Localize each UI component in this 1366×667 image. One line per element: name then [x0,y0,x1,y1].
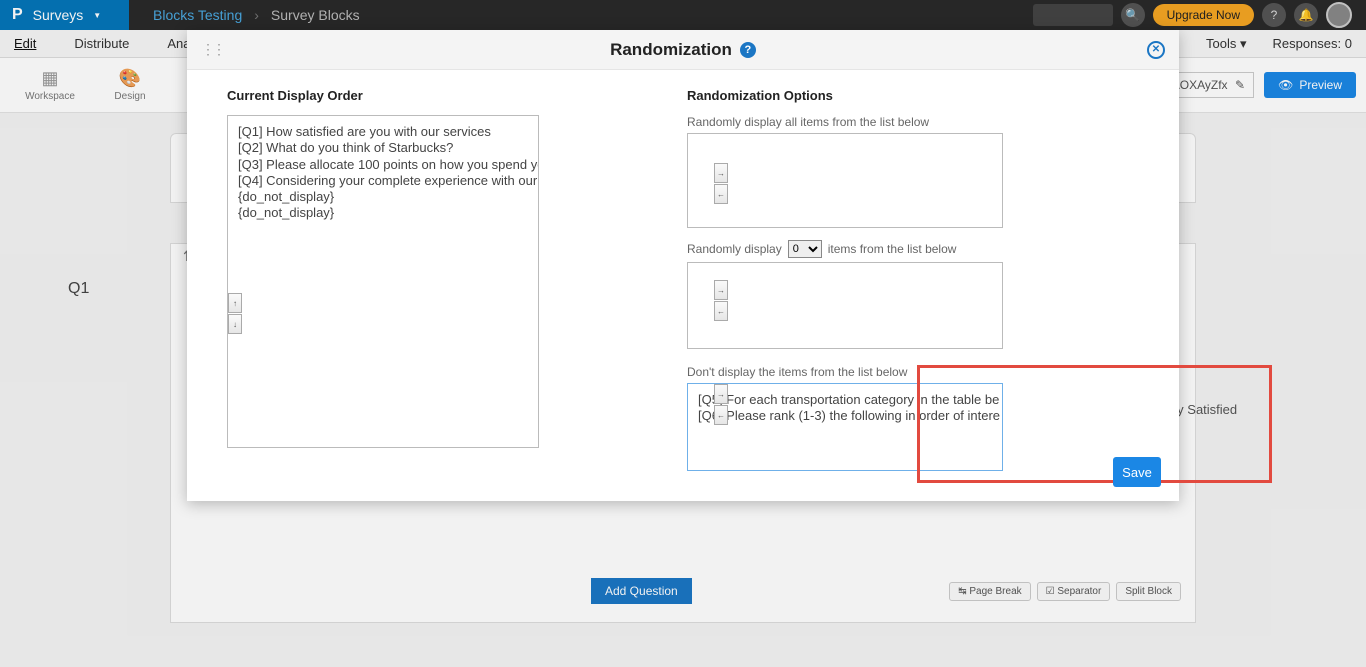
move-left-button[interactable]: ← [714,405,728,425]
save-button[interactable]: Save [1113,457,1161,487]
list-item[interactable]: [Q1] How satisfied are you with our serv… [238,124,528,140]
list-item[interactable]: [Q2] What do you think of Starbucks? [238,140,528,156]
help-circle-icon[interactable]: ? [740,42,756,58]
list-item[interactable]: [Q4] Considering your complete experienc… [238,173,528,189]
move-right-button[interactable]: → [714,163,728,183]
drag-handle-icon[interactable]: ⋮⋮ [201,41,223,58]
display-order-header: Current Display Order [227,88,557,103]
randomize-n-pre: Randomly display [687,242,782,256]
list-item[interactable]: {do_not_display} [238,189,528,205]
list-item[interactable]: [Q3] Please allocate 100 points on how y… [238,157,528,173]
move-left-button[interactable]: ← [714,184,728,204]
move-down-button[interactable]: ↓ [228,314,242,334]
move-up-button[interactable]: ↑ [228,293,242,313]
move-right-button[interactable]: → [714,384,728,404]
dont-display-label: Don't display the items from the list be… [687,365,1139,379]
randomize-all-list[interactable] [687,133,1003,228]
list-item[interactable]: {do_not_display} [238,205,528,221]
randomize-n-select[interactable]: 0 [788,240,822,258]
randomize-all-label: Randomly display all items from the list… [687,115,1139,129]
list-item[interactable]: [Q5] For each transportation category in… [698,392,992,408]
randomization-modal: ⋮⋮ Randomization ? ✕ Current Display Ord… [187,30,1179,501]
randomize-n-post: items from the list below [828,242,957,256]
close-icon[interactable]: ✕ [1147,41,1165,59]
randomize-n-list[interactable] [687,262,1003,349]
move-left-button[interactable]: ← [714,301,728,321]
display-order-list[interactable]: [Q1] How satisfied are you with our serv… [227,115,539,448]
options-header: Randomization Options [687,88,1139,103]
dont-display-list[interactable]: [Q5] For each transportation category in… [687,383,1003,471]
move-right-button[interactable]: → [714,280,728,300]
list-item[interactable]: [Q6] Please rank (1-3) the following in … [698,408,992,424]
modal-header: ⋮⋮ Randomization ? ✕ [187,30,1179,70]
modal-title: Randomization [610,40,732,60]
